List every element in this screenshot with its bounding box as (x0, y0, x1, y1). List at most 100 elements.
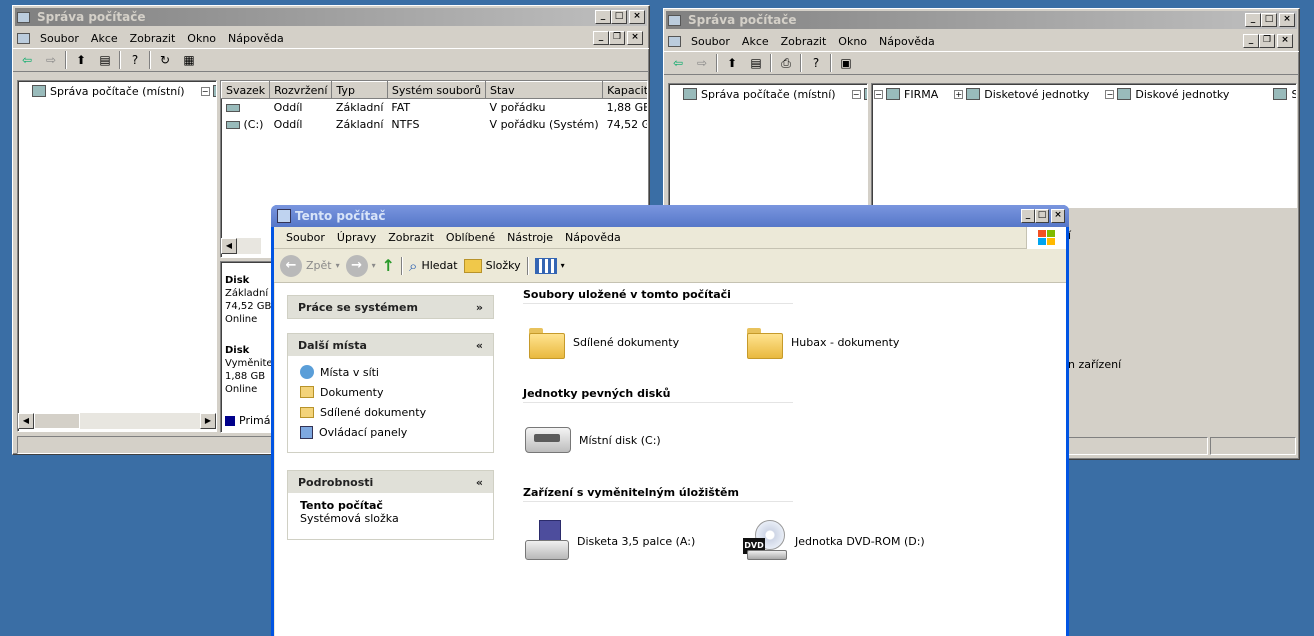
forward-arrow-icon[interactable]: ⇨ (41, 51, 61, 69)
show-tree-icon[interactable]: ▤ (746, 54, 766, 72)
control-panel-icon (300, 425, 313, 439)
list-horizontal-scrollbar[interactable]: ◀ (221, 238, 261, 254)
console-tree[interactable]: Správa počítače (místní)−Systémové nástr… (17, 80, 217, 432)
up-folder-icon[interactable]: ⬆ (722, 54, 742, 72)
window-title: Tento počítač (295, 209, 386, 223)
tree-node[interactable]: −Systémové nástroje (185, 83, 216, 99)
show-tree-icon[interactable]: ▤ (95, 51, 115, 69)
tree-node[interactable]: + Disketové jednotky (938, 86, 1089, 102)
collapse-icon[interactable]: « (476, 476, 483, 489)
minimize-button[interactable]: _ (595, 10, 611, 24)
my-computer-icon (277, 209, 291, 223)
forward-button[interactable]: → ▾ (345, 254, 376, 277)
menu-view[interactable]: Zobrazit (775, 35, 833, 48)
menu-window[interactable]: Okno (832, 35, 873, 48)
menu-action[interactable]: Akce (736, 35, 775, 48)
column-header[interactable]: Typ (331, 81, 388, 99)
child-close-button[interactable]: × (1277, 34, 1293, 48)
menu-help[interactable]: Nápověda (222, 32, 290, 45)
views-button[interactable]: ▾ (534, 257, 565, 274)
help-icon[interactable]: ? (125, 51, 145, 69)
menu-file[interactable]: Soubor (685, 35, 736, 48)
maximize-button[interactable]: □ (1261, 13, 1277, 27)
link-documents[interactable]: Dokumenty (300, 382, 481, 402)
export-icon[interactable]: ▦ (179, 51, 199, 69)
expand-icon[interactable]: » (476, 301, 483, 314)
up-button[interactable]: ↑ (382, 256, 395, 275)
tree-node[interactable]: −Systémové nástroje (836, 86, 867, 102)
child-restore-button[interactable]: ❐ (1259, 34, 1275, 48)
column-header[interactable]: Rozvržení (269, 81, 333, 99)
expand-icon[interactable]: + (954, 89, 964, 99)
menu-favorites[interactable]: Oblíbené (440, 231, 501, 244)
tree-node[interactable]: Správa počítače (místní) (671, 86, 836, 102)
menu-action[interactable]: Akce (85, 32, 124, 45)
back-arrow-icon[interactable]: ⇦ (668, 54, 688, 72)
tree-node[interactable]: − Diskové jednotky (1089, 86, 1229, 102)
item-local-disk[interactable]: Místní disk (C:) (525, 427, 661, 453)
tree-node[interactable]: Správa počítače (místní) (20, 83, 185, 99)
item-dvd[interactable]: DVD Jednotka DVD-ROM (D:) (743, 520, 925, 562)
table-row[interactable]: (C:) Oddíl Základní NTFS V pořádku (Systém) 7… (222, 116, 647, 133)
menu-file[interactable]: Soubor (280, 231, 331, 244)
minimize-button[interactable]: _ (1021, 209, 1035, 223)
title-bar[interactable]: Správa počítače _ □ × (666, 11, 1297, 29)
menu-help[interactable]: Nápověda (873, 35, 941, 48)
menu-window[interactable]: Okno (181, 32, 222, 45)
print-icon[interactable]: ⎙ (776, 54, 796, 72)
child-minimize-button[interactable]: _ (593, 31, 609, 45)
menu-view[interactable]: Zobrazit (124, 32, 182, 45)
close-button[interactable]: × (629, 10, 645, 24)
volume-table[interactable]: Svazek Rozvržení Typ Systém souborů Stav Kapa… (221, 81, 647, 133)
device-tree[interactable]: − FIRMA + Disketové jednotky − Diskové jednot… (871, 83, 1297, 208)
child-close-button[interactable]: × (627, 31, 643, 45)
menu-tools[interactable]: Nástroje (501, 231, 559, 244)
up-folder-icon[interactable]: ⬆ (71, 51, 91, 69)
collapse-icon[interactable]: − (200, 86, 210, 96)
collapse-icon[interactable]: − (851, 89, 861, 99)
menu-help[interactable]: Nápověda (559, 231, 627, 244)
collapse-icon[interactable]: − (1105, 89, 1115, 99)
item-floppy[interactable]: Disketa 3,5 palce (A:) (525, 520, 695, 562)
back-arrow-icon[interactable]: ⇦ (17, 51, 37, 69)
child-minimize-button[interactable]: _ (1243, 34, 1259, 48)
other-places-header[interactable]: Další místa « (288, 334, 493, 356)
menu-view[interactable]: Zobrazit (382, 231, 440, 244)
collapse-icon[interactable]: − (874, 89, 883, 99)
refresh-icon[interactable]: ↻ (155, 51, 175, 69)
menu-edit[interactable]: Úpravy (331, 231, 382, 244)
close-button[interactable]: × (1279, 13, 1295, 27)
link-network-places[interactable]: Místa v síti (300, 362, 481, 382)
maximize-button[interactable]: □ (1035, 209, 1049, 223)
back-button[interactable]: ← Zpět ▾ (280, 254, 340, 277)
column-header[interactable]: Svazek (221, 81, 271, 99)
menu-file[interactable]: Soubor (34, 32, 85, 45)
content-area[interactable]: Práce se systémem» Další místa « Místa v … (275, 283, 1066, 636)
tree-node[interactable]: − FIRMA (874, 86, 938, 102)
search-button[interactable]: ⌕ Hledat (409, 257, 458, 275)
item-hubax-documents[interactable]: Hubax - dokumenty (745, 325, 899, 359)
link-control-panel[interactable]: Ovládací panely (300, 422, 481, 442)
title-bar[interactable]: Správa počítače _ □ × (15, 8, 647, 26)
folders-button[interactable]: Složky (463, 258, 521, 273)
details-header[interactable]: Podrobnosti « (288, 471, 493, 493)
table-row[interactable]: OddílZákladníFATV pořádku1,88 GB1, (222, 99, 647, 116)
link-shared-documents[interactable]: Sdílené dokumenty (300, 402, 481, 422)
tree-horizontal-scrollbar[interactable]: ◀ ▶ (18, 413, 216, 429)
collapse-icon[interactable]: « (476, 339, 483, 352)
console-tree[interactable]: Správa počítače (místní)−Systémové nástr… (668, 83, 868, 208)
forward-arrow-icon[interactable]: ⇨ (692, 54, 712, 72)
column-header[interactable]: Systém souborů (386, 81, 487, 99)
tree-node[interactable]: ST380815AS (1229, 86, 1296, 102)
column-header[interactable]: Kapacita (602, 81, 647, 99)
minimize-button[interactable]: _ (1245, 13, 1261, 27)
item-shared-documents[interactable]: Sdílené dokumenty (527, 325, 679, 359)
title-bar[interactable]: Tento počítač _ □ × (271, 205, 1069, 227)
child-restore-button[interactable]: ❐ (609, 31, 625, 45)
system-tasks-header[interactable]: Práce se systémem» (288, 296, 493, 318)
close-button[interactable]: × (1051, 209, 1065, 223)
properties-icon[interactable]: ▣ (836, 54, 856, 72)
help-icon[interactable]: ? (806, 54, 826, 72)
maximize-button[interactable]: □ (611, 10, 627, 24)
column-header[interactable]: Stav (485, 81, 604, 99)
